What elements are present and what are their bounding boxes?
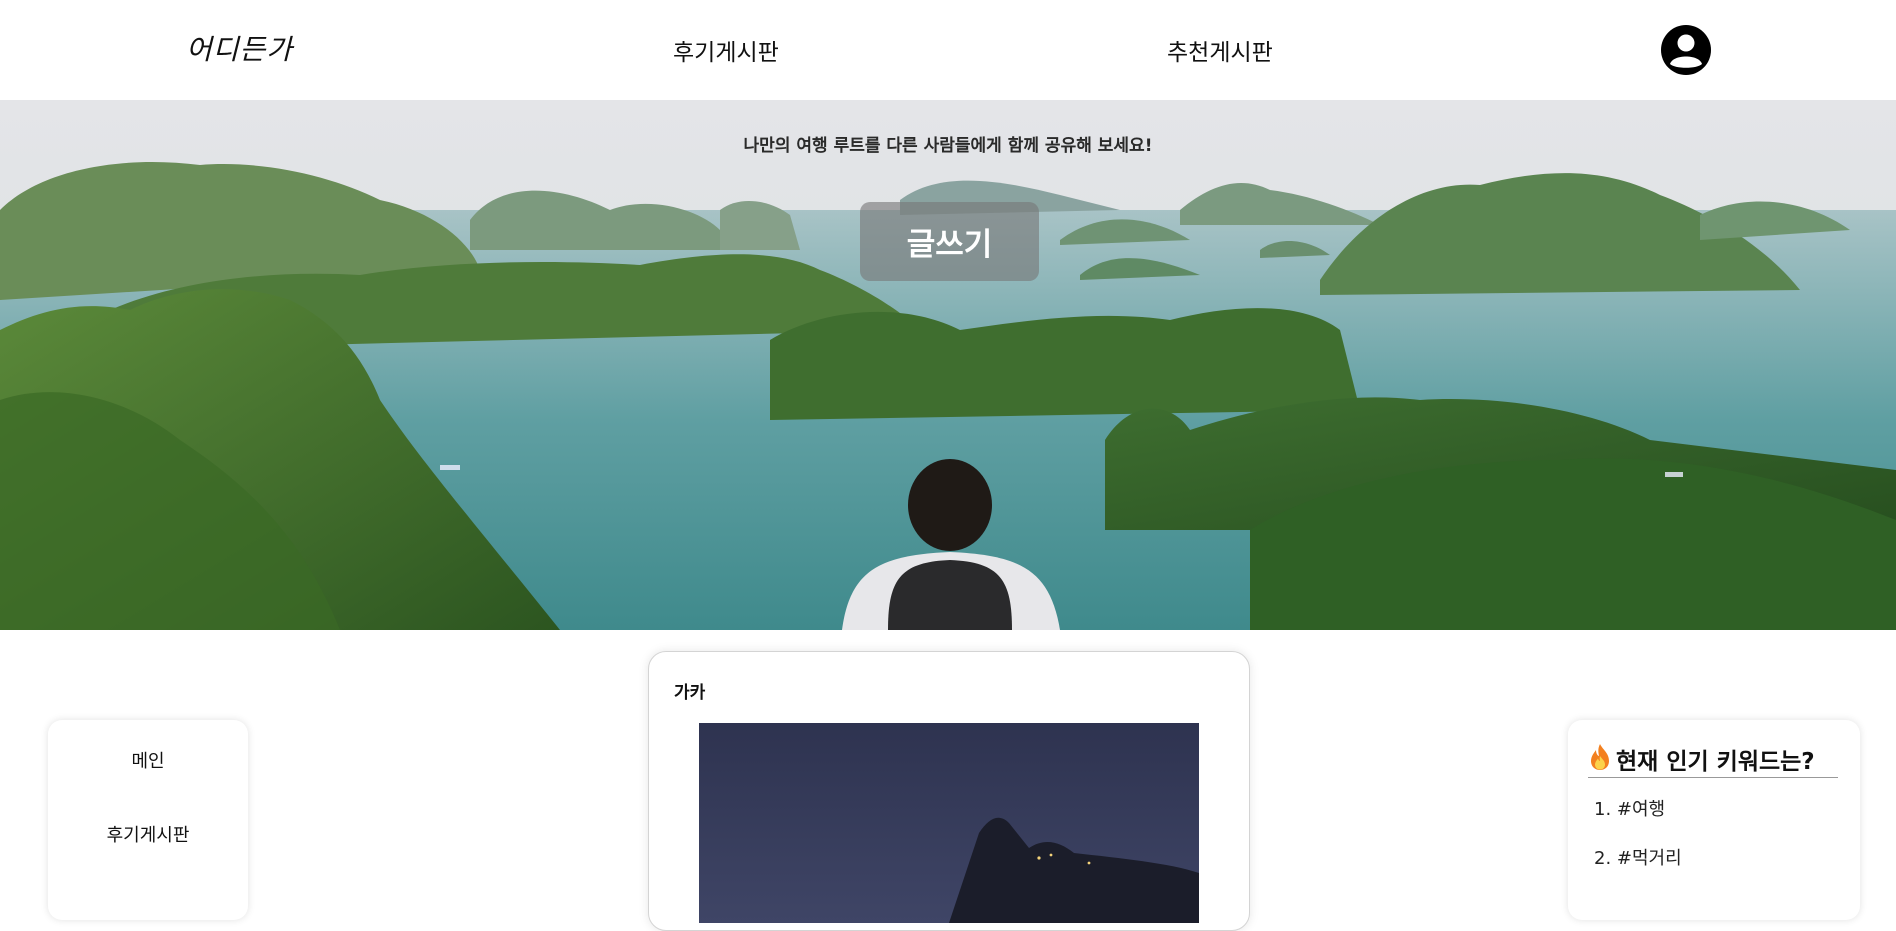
site-logo[interactable]: 어디든가: [186, 28, 293, 68]
keyword-item[interactable]: 2. #먹거리: [1594, 844, 1682, 870]
sidebar-item-review-board[interactable]: 후기게시판: [48, 821, 248, 847]
hero-subtitle: 나만의 여행 루트를 다른 사람들에게 함께 공유해 보세요!: [743, 136, 1153, 156]
nav-review-board[interactable]: 후기게시판: [673, 33, 779, 67]
user-circle-icon[interactable]: [1660, 24, 1712, 76]
fire-icon: [1588, 743, 1612, 775]
hero-landscape-image: [0, 100, 1896, 630]
keywords-header: 현재 인기 키워드는?: [1588, 740, 1838, 778]
keyword-item[interactable]: 1. #여행: [1594, 795, 1665, 821]
post-card[interactable]: 가카: [648, 651, 1250, 931]
popular-keywords-panel: 현재 인기 키워드는? 1. #여행 2. #먹거리: [1568, 720, 1860, 920]
post-image[interactable]: [699, 723, 1199, 923]
top-header: 어디든가 후기게시판 추천게시판: [0, 0, 1896, 100]
nav-recommend-board[interactable]: 추천게시판: [1167, 33, 1273, 67]
left-sidebar: 메인 후기게시판: [48, 720, 248, 920]
keywords-title: 현재 인기 키워드는?: [1616, 748, 1815, 775]
sidebar-item-main[interactable]: 메인: [48, 747, 248, 773]
write-post-button[interactable]: 글쓰기: [860, 202, 1039, 281]
hero-banner: 나만의 여행 루트를 다른 사람들에게 함께 공유해 보세요! 글쓰기: [0, 100, 1896, 630]
post-author: 가카: [674, 683, 706, 703]
